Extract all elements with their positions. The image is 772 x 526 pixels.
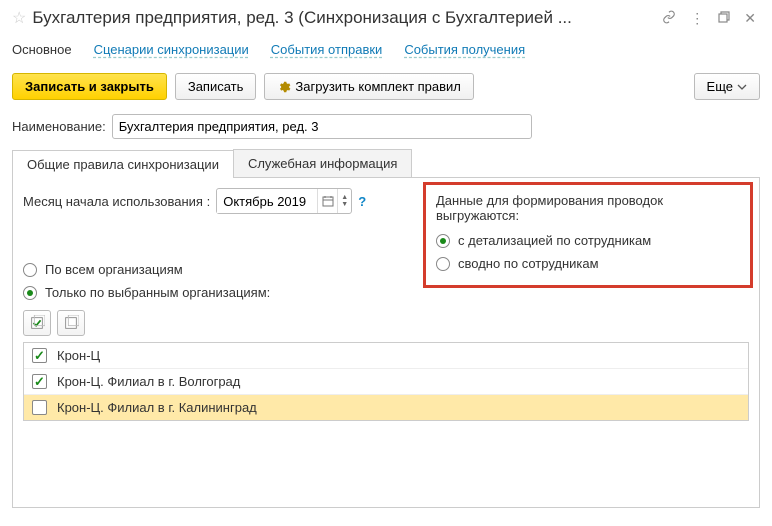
nav-bar: Основное Сценарии синхронизации События …	[12, 36, 760, 67]
calendar-icon[interactable]	[317, 189, 337, 213]
check-all-button[interactable]	[23, 310, 51, 336]
load-rules-button[interactable]: Загрузить комплект правил	[264, 73, 473, 100]
org-list: ✓ Крон-Ц ✓ Крон-Ц. Филиал в г. Волгоград Кро…	[23, 342, 749, 421]
checkbox-icon[interactable]: ✓	[32, 348, 47, 363]
name-input[interactable]	[112, 114, 532, 139]
radio-icon	[23, 263, 37, 277]
nav-scenarios[interactable]: Сценарии синхронизации	[94, 42, 249, 57]
kebab-menu-icon[interactable]: ⋮	[686, 10, 708, 27]
uncheck-all-button[interactable]	[57, 310, 85, 336]
nav-recv-events[interactable]: События получения	[404, 42, 525, 57]
org-name: Крон-Ц. Филиал в г. Волгоград	[57, 374, 240, 389]
org-name: Крон-Ц	[57, 348, 100, 363]
more-label: Еще	[707, 79, 733, 94]
org-filter-selected-label: Только по выбранным организациям:	[45, 285, 270, 300]
org-row[interactable]: Крон-Ц. Филиал в г. Калининград	[24, 395, 748, 420]
uncheck-all-icon	[63, 315, 79, 331]
radio-icon	[436, 257, 450, 271]
detach-icon[interactable]	[714, 10, 734, 26]
tab-general[interactable]: Общие правила синхронизации	[12, 150, 234, 178]
org-row[interactable]: ✓ Крон-Ц	[24, 343, 748, 369]
posting-opt-summary[interactable]: сводно по сотрудникам	[436, 252, 726, 275]
posting-opt1-label: с детализацией по сотрудникам	[458, 233, 651, 248]
save-close-button[interactable]: Записать и закрыть	[12, 73, 167, 100]
close-icon[interactable]: ✕	[740, 10, 760, 27]
name-label: Наименование:	[12, 119, 106, 134]
checkbox-icon[interactable]	[32, 400, 47, 415]
load-rules-label: Загрузить комплект правил	[295, 79, 460, 94]
spin-down-icon[interactable]: ▼	[341, 201, 348, 208]
org-name: Крон-Ц. Филиал в г. Калининград	[57, 400, 257, 415]
toolbar: Записать и закрыть Записать Загрузить ко…	[12, 67, 760, 110]
org-filter-all-label: По всем организациям	[45, 262, 183, 277]
nav-send-events[interactable]: События отправки	[271, 42, 383, 57]
save-button[interactable]: Записать	[175, 73, 257, 100]
org-row[interactable]: ✓ Крон-Ц. Филиал в г. Волгоград	[24, 369, 748, 395]
radio-icon	[436, 234, 450, 248]
gear-icon	[277, 80, 291, 94]
checkbox-icon[interactable]: ✓	[32, 374, 47, 389]
favorite-star-icon[interactable]: ☆	[12, 8, 26, 28]
month-label: Месяц начала использования :	[23, 194, 210, 209]
radio-icon	[23, 286, 37, 300]
month-input[interactable]	[217, 190, 317, 213]
posting-options-box: Данные для формирования проводок выгружа…	[423, 182, 753, 288]
check-all-icon	[29, 315, 45, 331]
month-spin[interactable]: ▲ ▼	[337, 189, 351, 213]
tab-service[interactable]: Служебная информация	[233, 149, 412, 177]
posting-opt-detailed[interactable]: с детализацией по сотрудникам	[436, 229, 726, 252]
chevron-down-icon	[737, 82, 747, 92]
posting-title: Данные для формирования проводок выгружа…	[436, 193, 726, 223]
help-icon[interactable]: ?	[358, 194, 366, 209]
spin-up-icon[interactable]: ▲	[341, 194, 348, 201]
tab-bar: Общие правила синхронизации Служебная ин…	[12, 149, 760, 178]
posting-opt2-label: сводно по сотрудникам	[458, 256, 599, 271]
nav-main[interactable]: Основное	[12, 42, 72, 57]
link-icon[interactable]	[658, 10, 680, 27]
window-title: Бухгалтерия предприятия, ред. 3 (Синхрон…	[32, 8, 652, 28]
more-button[interactable]: Еще	[694, 73, 760, 100]
